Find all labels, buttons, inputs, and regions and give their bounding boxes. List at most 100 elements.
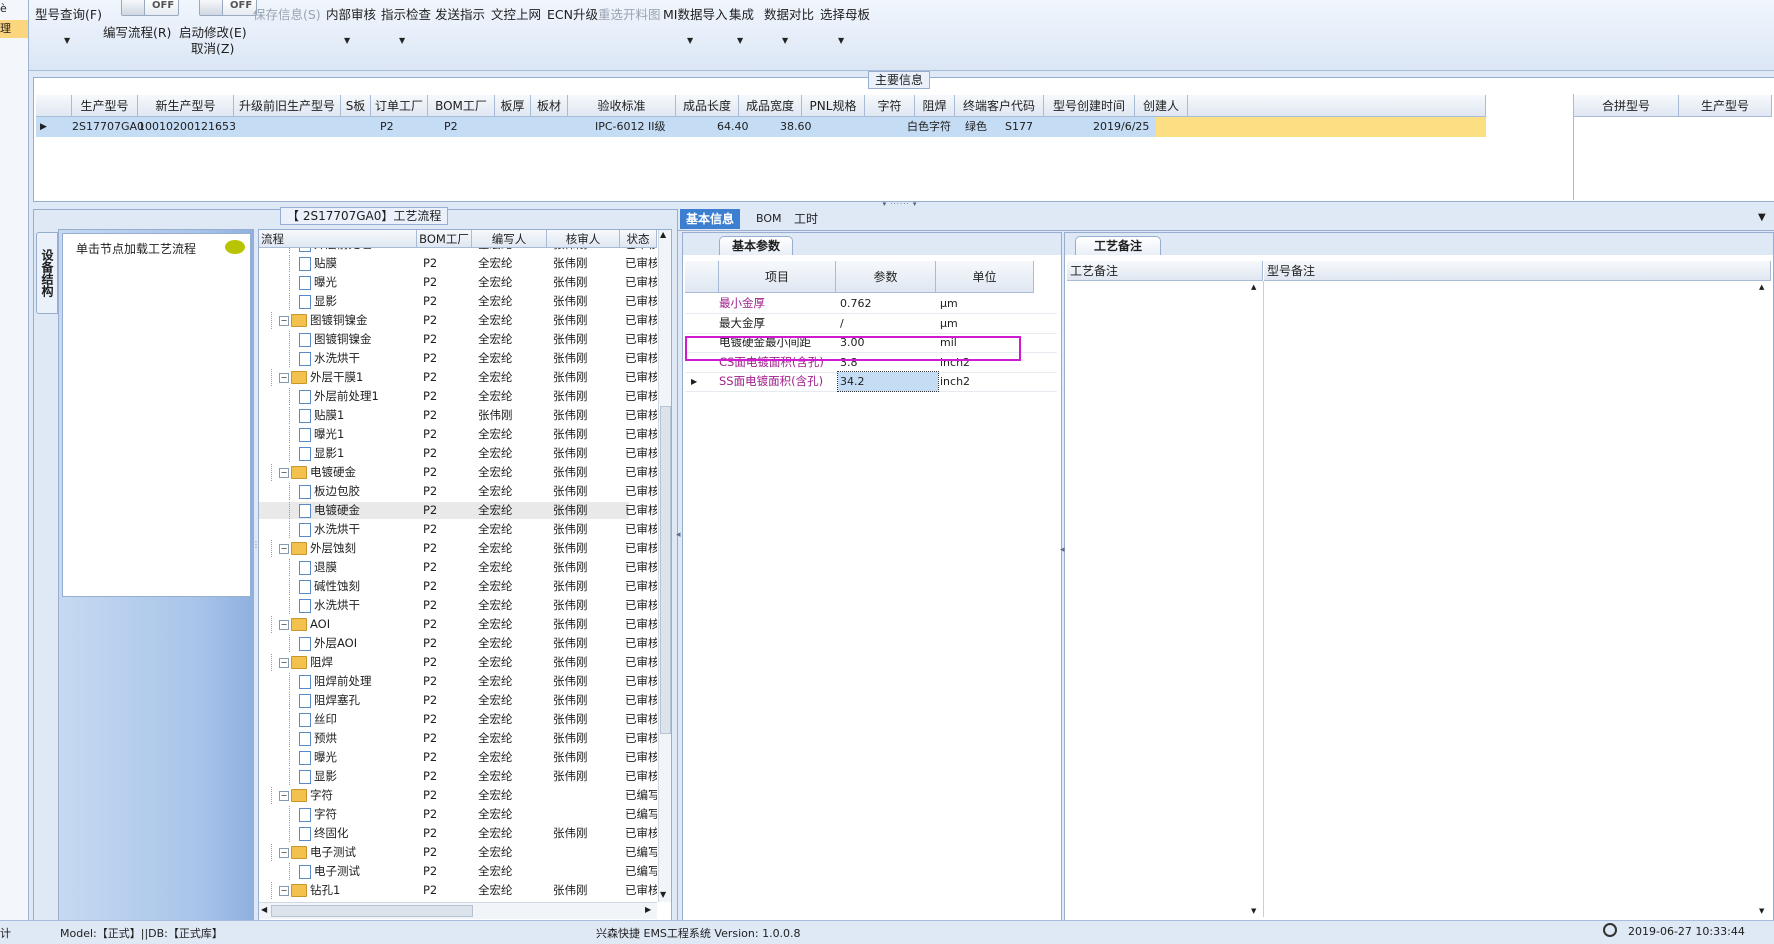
table-row[interactable]: 预烘 P2 全宏纶 张伟刚 已审核: [259, 730, 657, 747]
table-row[interactable]: 贴膜1 P2 张伟刚 张伟刚 已审核: [259, 407, 657, 424]
col-header[interactable]: 项目: [719, 261, 836, 293]
table-row[interactable]: 终固化 P2 全宏纶 张伟刚 已审核: [259, 825, 657, 842]
col-header[interactable]: 流程: [259, 230, 417, 248]
col-header[interactable]: BOM工厂: [417, 230, 472, 248]
collapse-icon[interactable]: −: [279, 657, 289, 668]
model-query-button[interactable]: 型号查询(F): [35, 4, 102, 23]
table-row[interactable]: 水洗烘干 P2 全宏纶 张伟刚 已审核: [259, 521, 657, 538]
table-row[interactable]: 阻焊塞孔 P2 全宏纶 张伟刚 已审核: [259, 692, 657, 709]
splitter-handle[interactable]: ▾ ······ ▾: [865, 201, 935, 208]
col-header[interactable]: 核审人: [547, 230, 620, 248]
col-header[interactable]: 升级前旧生产型号: [234, 95, 341, 117]
process-vertical-scrollbar[interactable]: ▲ ▼: [658, 230, 671, 902]
table-row[interactable]: − 电子测试 P2 全宏纶 已编写: [259, 844, 657, 861]
scroll-right-icon[interactable]: ▶: [645, 905, 651, 914]
col-header[interactable]: 型号创建时间: [1044, 95, 1135, 117]
instruction-check-button[interactable]: 指示检查: [381, 4, 431, 23]
table-row[interactable]: − 外层蚀刻 P2 全宏纶 张伟刚 已审核: [259, 540, 657, 557]
cell-order-factory[interactable]: P2: [380, 117, 394, 137]
col-header[interactable]: 新生产型号: [138, 95, 234, 117]
scroll-up-icon[interactable]: ▲: [1251, 283, 1256, 291]
splitter-grip[interactable]: ◂: [676, 530, 681, 540]
param-value[interactable]: 0.762: [838, 294, 938, 313]
col-header[interactable]: BOM工厂: [428, 95, 495, 117]
col-header[interactable]: 工艺备注: [1067, 261, 1263, 281]
col-header[interactable]: 创建人: [1135, 95, 1188, 117]
doc-control-online-button[interactable]: 文控上网: [491, 4, 541, 23]
select-mother-board-dropdown-icon[interactable]: ▼: [838, 36, 844, 45]
table-row[interactable]: − 钻孔1 P2 全宏纶 张伟刚 已审核: [259, 882, 657, 899]
table-row[interactable]: − AOI P2 全宏纶 张伟刚 已审核: [259, 616, 657, 633]
col-header[interactable]: 单位: [936, 261, 1034, 293]
tab-work-hours[interactable]: 工时: [788, 209, 824, 229]
left-nav-item-2[interactable]: 理: [0, 20, 28, 38]
scroll-thumb[interactable]: [271, 905, 473, 917]
collapse-icon[interactable]: −: [279, 847, 289, 858]
data-compare-button[interactable]: 数据对比: [764, 4, 814, 23]
table-row[interactable]: 外层AOI P2 全宏纶 张伟刚 已审核: [259, 635, 657, 652]
splitter-grip[interactable]: ◂: [1060, 545, 1065, 555]
cell-width[interactable]: 38.60: [780, 117, 812, 137]
table-row[interactable]: 字符 P2 全宏纶 已编写: [259, 806, 657, 823]
col-header[interactable]: PNL规格: [802, 95, 865, 117]
tab-process-remarks[interactable]: 工艺备注: [1075, 236, 1162, 255]
collapse-icon[interactable]: −: [279, 372, 289, 383]
integration-dropdown-icon[interactable]: ▼: [737, 36, 743, 45]
table-row[interactable]: 曝光 P2 全宏纶 张伟刚 已审核: [259, 749, 657, 766]
tab-menu-dropdown-icon[interactable]: ▼: [1758, 212, 1766, 223]
scroll-down-icon[interactable]: ▼: [660, 890, 666, 899]
cell-created-time[interactable]: 2019/6/25: [1093, 117, 1149, 137]
splitter-grip[interactable]: ⋮: [252, 540, 260, 580]
col-header[interactable]: 板厚: [495, 95, 531, 117]
cell-acceptance-standard[interactable]: IPC-6012 II级: [595, 117, 666, 137]
table-row[interactable]: 最大金厚 / μm: [685, 314, 1057, 334]
collapse-icon[interactable]: −: [279, 790, 289, 801]
col-header[interactable]: 订单工厂: [371, 95, 428, 117]
col-header[interactable]: S板: [341, 95, 371, 117]
col-header[interactable]: 编写人: [472, 230, 547, 248]
table-row[interactable]: ▶ SS面电镀面积(含孔) 34.2 inch2: [685, 371, 1057, 393]
table-row[interactable]: 丝印 P2 全宏纶 张伟刚 已审核: [259, 711, 657, 728]
table-row[interactable]: 外层前处理1 P2 全宏纶 张伟刚 已审核: [259, 388, 657, 405]
process-horizontal-scrollbar[interactable]: ◀ ▶: [259, 902, 657, 919]
col-header[interactable]: 生产型号: [72, 95, 138, 117]
collapse-icon[interactable]: −: [279, 885, 289, 896]
scroll-down-icon[interactable]: ▼: [1759, 907, 1764, 915]
integration-button[interactable]: 集成: [729, 4, 754, 23]
col-header[interactable]: 验收标准: [568, 95, 676, 117]
cell-new-production-model[interactable]: 10010200121653: [138, 117, 236, 137]
col-header[interactable]: 参数: [836, 261, 936, 293]
cell-bom-factory[interactable]: P2: [444, 117, 458, 137]
col-header[interactable]: 终端客户代码: [955, 95, 1044, 117]
load-hint-text[interactable]: 单击节点加载工艺流程: [76, 240, 196, 257]
cell-production-model[interactable]: 2S17707GA0: [72, 117, 144, 137]
table-row[interactable]: 板边包胶 P2 全宏纶 张伟刚 已审核: [259, 483, 657, 500]
table-row[interactable]: 图镀铜镍金 P2 全宏纶 张伟刚 已审核: [259, 331, 657, 348]
table-row[interactable]: 显影 P2 全宏纶 张伟刚 已审核: [259, 768, 657, 785]
collapse-icon[interactable]: −: [279, 315, 289, 326]
table-row[interactable]: − 电镀硬金 P2 全宏纶 张伟刚 已审核: [259, 464, 657, 481]
col-header[interactable]: 阻焊: [915, 95, 955, 117]
process-remarks-textarea[interactable]: ▲ ▼: [1067, 281, 1264, 917]
col-header[interactable]: 成品宽度: [739, 95, 802, 117]
select-mother-board-button[interactable]: 选择母板: [820, 4, 870, 23]
col-header[interactable]: 状态: [620, 230, 657, 248]
reselect-cutting-map-button[interactable]: 重选开料图: [598, 4, 661, 23]
scroll-thumb[interactable]: [660, 406, 671, 734]
table-row[interactable]: 电子测试 P2 全宏纶 已编写: [259, 863, 657, 880]
scroll-up-icon[interactable]: ▲: [1759, 283, 1764, 291]
table-row[interactable]: 阻焊前处理 P2 全宏纶 张伟刚 已审核: [259, 673, 657, 690]
data-compare-dropdown-icon[interactable]: ▼: [782, 36, 788, 45]
table-row[interactable]: 曝光 P2 全宏纶 张伟刚 已审核: [259, 274, 657, 291]
write-flow-label[interactable]: 编写流程(R): [103, 22, 171, 41]
instruction-check-dropdown-icon[interactable]: ▼: [399, 36, 405, 45]
table-row[interactable]: − 字符 P2 全宏纶 已编写: [259, 787, 657, 804]
left-nav-item-1[interactable]: è: [0, 0, 28, 18]
table-row[interactable]: 最小金厚 0.762 μm: [685, 294, 1057, 314]
table-row[interactable]: 水洗烘干 P2 全宏纶 张伟刚 已审核: [259, 350, 657, 367]
scroll-down-icon[interactable]: ▼: [1251, 907, 1256, 915]
save-info-button[interactable]: 保存信息(S): [253, 4, 321, 23]
col-header[interactable]: 字符: [865, 95, 915, 117]
internal-review-dropdown-icon[interactable]: ▼: [344, 36, 350, 45]
cancel-label[interactable]: 取消(Z): [191, 38, 234, 57]
